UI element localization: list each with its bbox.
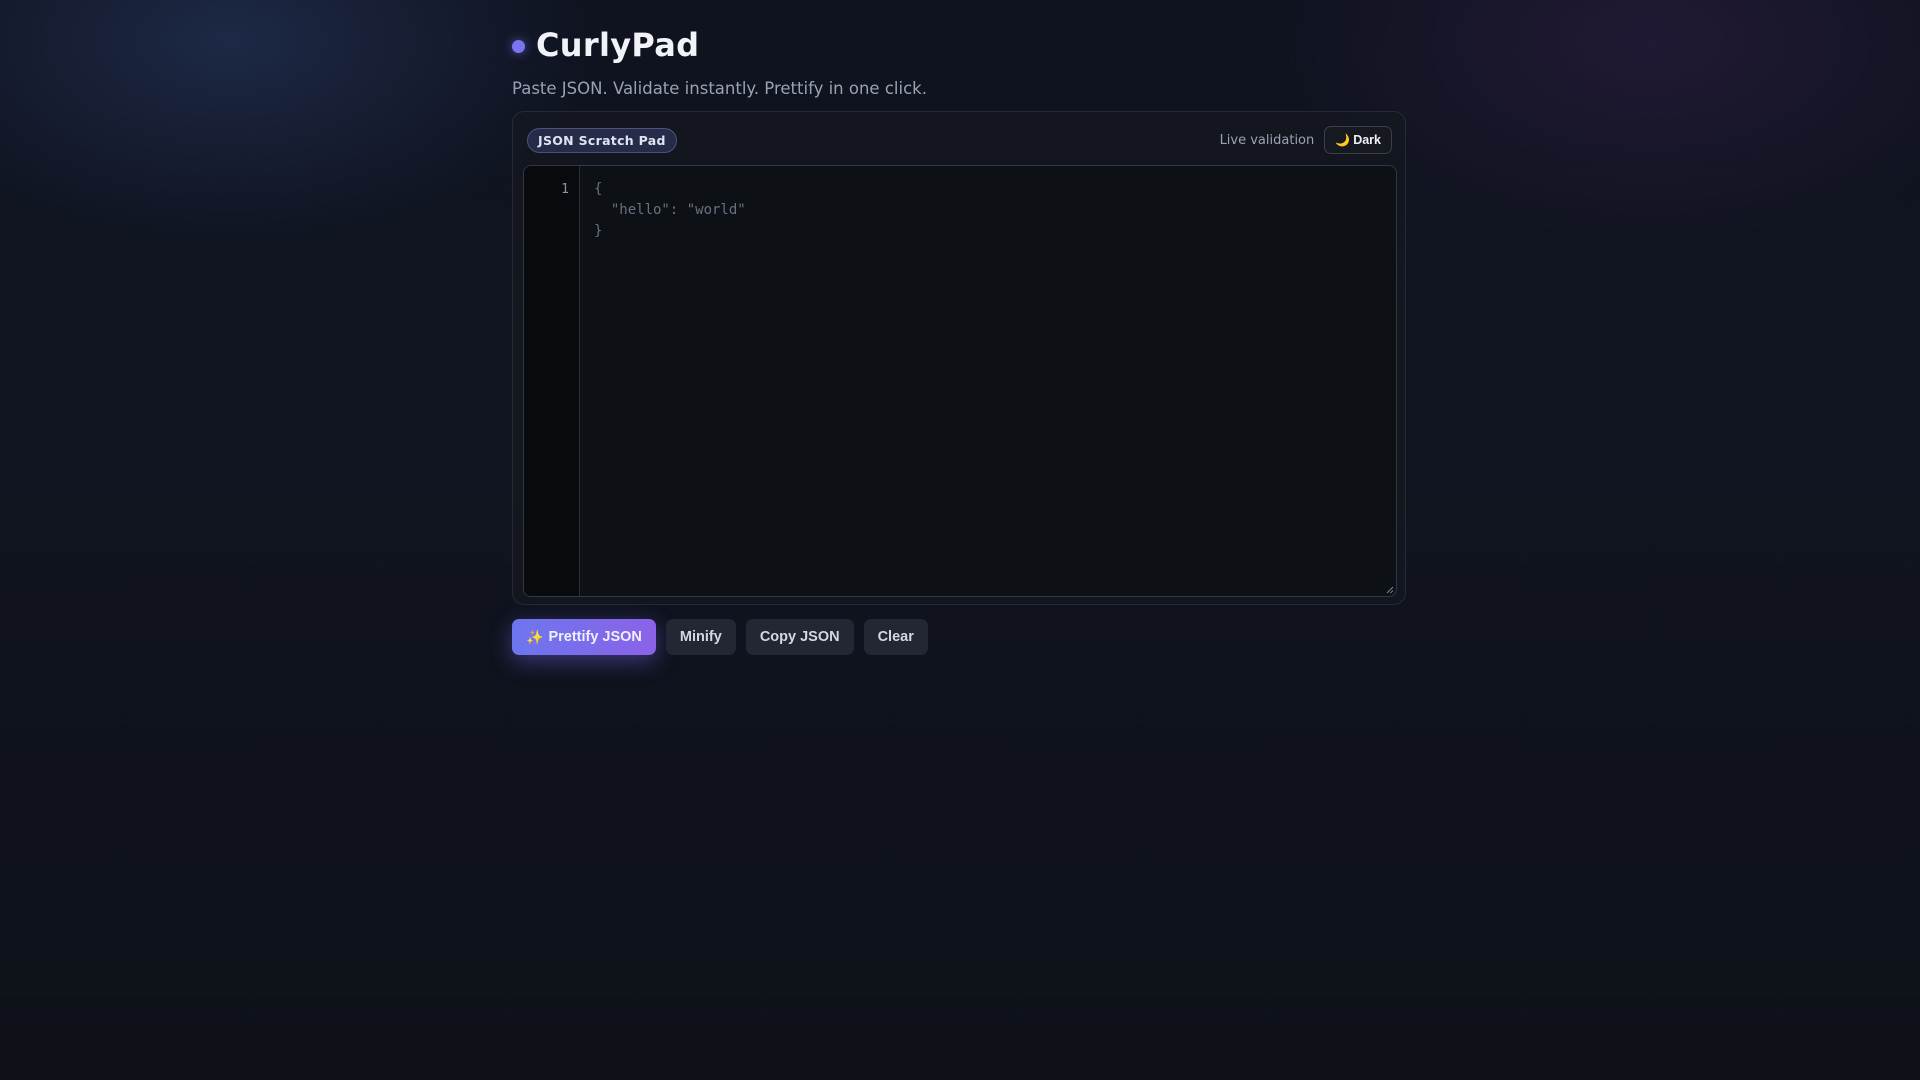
copy-json-button[interactable]: Copy JSON <box>745 619 854 655</box>
app-container: CurlyPad Paste JSON. Validate instantly.… <box>512 22 1408 655</box>
toolbar-right: Live validation 🌙 Dark <box>1220 126 1392 154</box>
scratch-pad-pill: JSON Scratch Pad <box>527 127 677 153</box>
prettify-button[interactable]: ✨ Prettify JSON <box>512 619 656 655</box>
json-editor: 1 <box>523 165 1397 597</box>
json-input[interactable] <box>594 179 1382 583</box>
code-area <box>580 166 1396 596</box>
editor-card: JSON Scratch Pad Live validation 🌙 Dark … <box>512 111 1406 605</box>
theme-toggle-button[interactable]: 🌙 Dark <box>1324 126 1392 154</box>
prettify-label: Prettify JSON <box>548 629 642 645</box>
live-validation-label: Live validation <box>1219 132 1315 148</box>
app-tagline: Paste JSON. Validate instantly. Prettify… <box>512 79 927 98</box>
card-toolbar: JSON Scratch Pad Live validation 🌙 Dark <box>527 126 1392 154</box>
clear-button[interactable]: Clear <box>863 619 928 655</box>
brand-dot-icon <box>512 39 525 53</box>
line-number: 1 <box>561 182 569 197</box>
resize-handle-icon[interactable] <box>1384 584 1394 594</box>
sparkle-icon: ✨ <box>526 628 544 645</box>
action-bar: ✨ Prettify JSON Minify Copy JSON Clear <box>512 619 1408 655</box>
theme-toggle-label: Dark <box>1353 133 1381 147</box>
app-header: CurlyPad <box>512 22 1408 68</box>
app-title: CurlyPad <box>536 26 700 64</box>
moon-icon: 🌙 <box>1335 133 1351 147</box>
line-number-gutter: 1 <box>524 166 580 596</box>
minify-button[interactable]: Minify <box>665 619 736 655</box>
